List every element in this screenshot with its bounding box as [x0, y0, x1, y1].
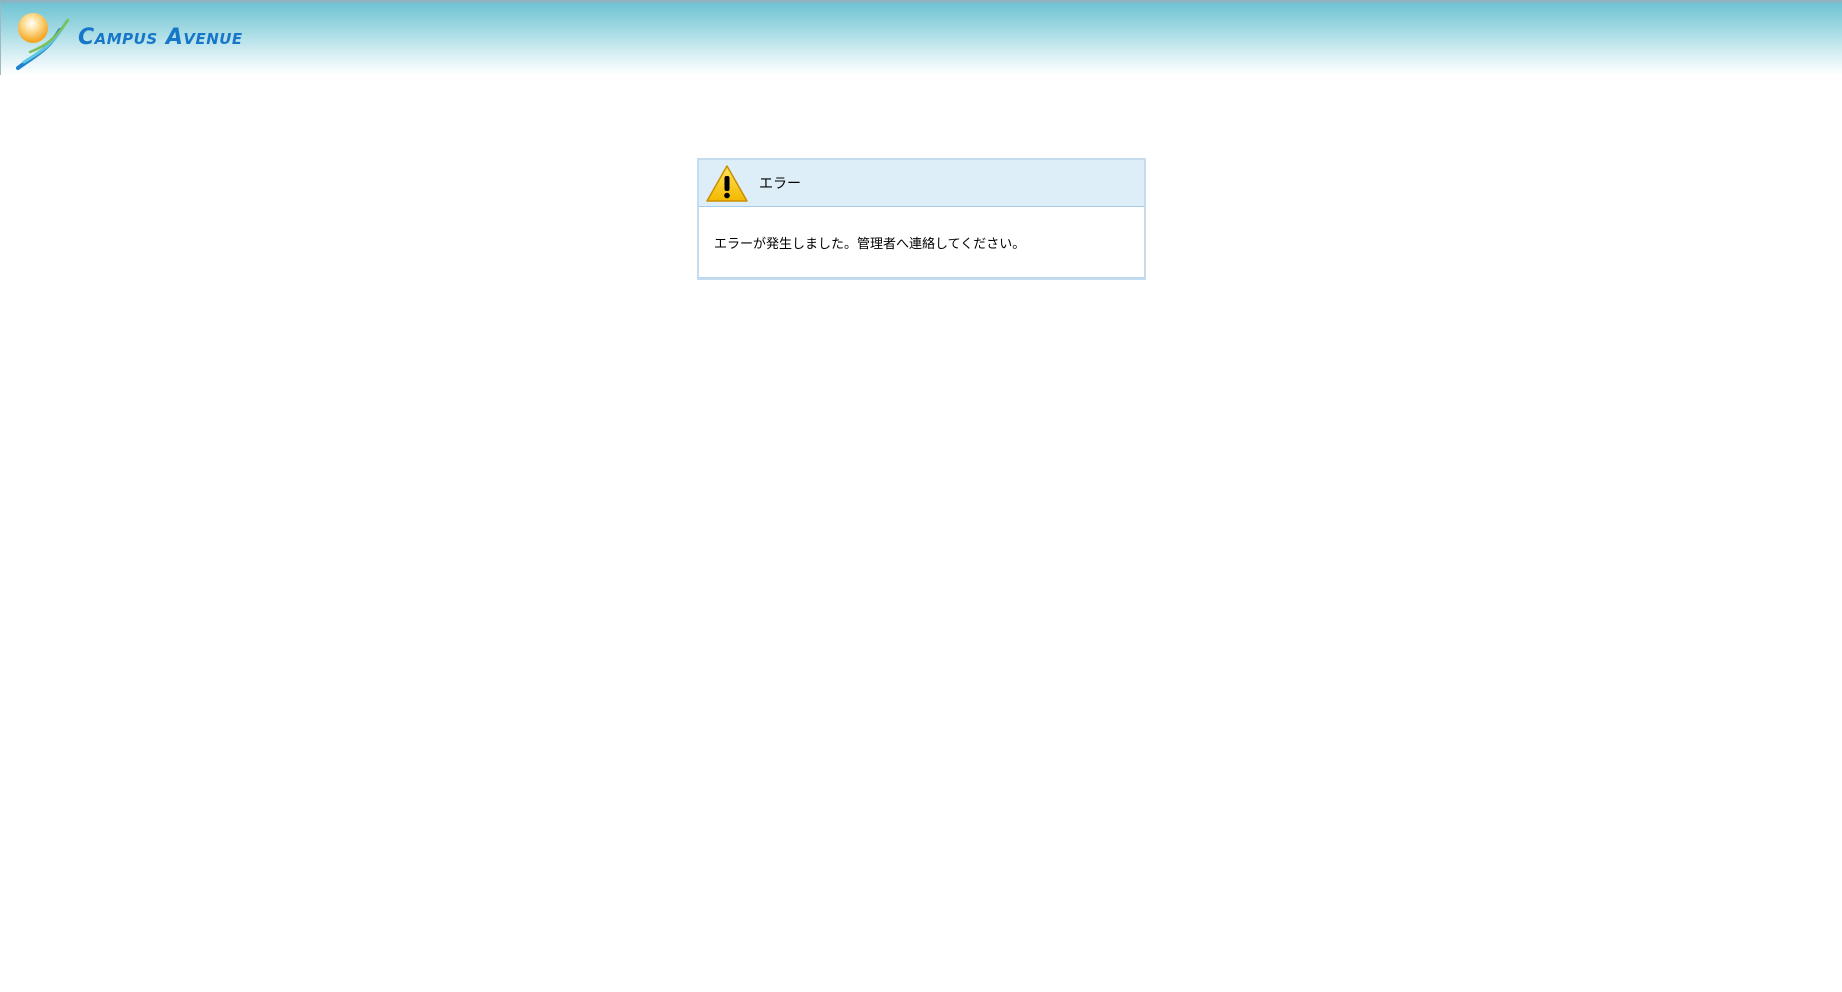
- campus-avenue-logo[interactable]: Campus Avenue: [16, 12, 276, 72]
- logo-sun-wave-icon: [16, 13, 70, 70]
- logo-text: Campus Avenue: [78, 25, 243, 50]
- site-header: Campus Avenue: [0, 0, 1842, 75]
- warning-icon: [706, 165, 748, 202]
- header-left-edge: [0, 3, 1, 75]
- dialog-title: エラー: [759, 176, 801, 192]
- error-dialog-body: エラーが発生しました。管理者へ連絡してください。: [699, 207, 1144, 278]
- error-dialog-header: エラー: [699, 160, 1144, 207]
- error-message: エラーが発生しました。管理者へ連絡してください。: [714, 237, 1026, 252]
- error-dialog: エラー エラーが発生しました。管理者へ連絡してください。: [697, 158, 1146, 280]
